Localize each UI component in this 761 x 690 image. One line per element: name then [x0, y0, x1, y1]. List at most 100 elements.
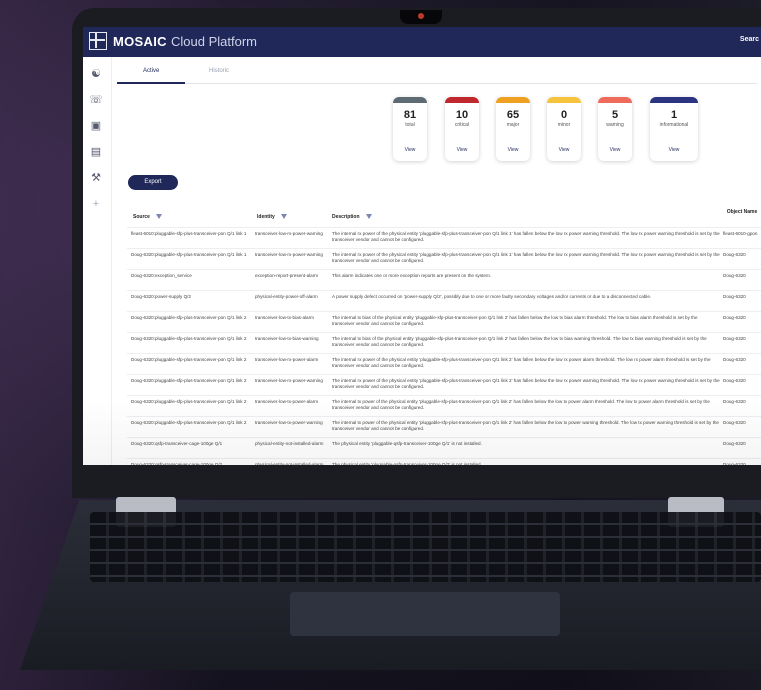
- calendar-icon[interactable]: ▣: [89, 119, 103, 133]
- identity-cell: physical-entity-not-installed-alarm: [255, 462, 324, 465]
- table-row[interactable]: fleast-6010:pluggable-sfp-plus-transceiv…: [127, 227, 761, 248]
- identity-cell: physical-entity-power-off-alarm: [255, 294, 318, 299]
- headset-icon[interactable]: ☏: [89, 93, 103, 107]
- source-cell: Doug-6320:pluggable-sfp-plus-transceiver…: [131, 252, 247, 257]
- table-row[interactable]: Doug-6320:pluggable-sfp-plus-transceiver…: [127, 374, 761, 395]
- card-stripe: [496, 97, 530, 103]
- description-cell: The internal tx power of the physical en…: [332, 399, 710, 410]
- alarm-table-body: fleast-6010:pluggable-sfp-plus-transceiv…: [127, 227, 761, 465]
- object-name-cell: Doug-6320: [723, 294, 746, 299]
- logo-icon: [89, 32, 107, 50]
- source-cell: Doug-6320:qsfp-transceiver-cage-100ge Q/…: [131, 462, 223, 465]
- description-cell: The internal rx power of the physical en…: [332, 357, 711, 368]
- source-cell: Doug-6320:pluggable-sfp-plus-transceiver…: [131, 399, 247, 404]
- description-cell: The internal rx power of the physical en…: [332, 378, 720, 389]
- card-stripe: [547, 97, 581, 103]
- table-row[interactable]: Doug-6320:pluggable-sfp-plus-transceiver…: [127, 353, 761, 374]
- column-header-object-name[interactable]: Object Name: [725, 209, 759, 215]
- brand-name: MOSAIC: [113, 34, 167, 49]
- alarm-tabs: Active Historic: [117, 67, 757, 84]
- card-count: 81: [403, 109, 417, 121]
- card-view-link[interactable]: View: [445, 147, 479, 153]
- identity-cell: transceiver-low-tx-bias-warning: [255, 336, 319, 341]
- table-row[interactable]: Doug-6320:pluggable-sfp-plus-transceiver…: [127, 311, 761, 332]
- card-label: total: [405, 122, 415, 128]
- card-stripe: [393, 97, 427, 103]
- active-tab-indicator: [117, 82, 185, 84]
- table-row[interactable]: Doug-6320:pluggable-sfp-plus-transceiver…: [127, 248, 761, 269]
- object-name-cell: Doug-6320: [723, 315, 746, 320]
- tab-historic[interactable]: Historic: [209, 68, 229, 74]
- table-row[interactable]: Doug-6320:power-supply Q/2 physical-entit…: [127, 290, 761, 311]
- card-count: 0: [560, 109, 568, 121]
- object-name-cell: Doug-6320: [723, 441, 746, 446]
- column-header-description[interactable]: Description: [332, 214, 372, 220]
- camera-icon: [418, 13, 424, 19]
- identity-cell: transceiver-low-rx-power-warning: [255, 231, 323, 236]
- source-cell: Doug-6320:pluggable-sfp-plus-transceiver…: [131, 357, 247, 362]
- object-name-cell: Doug-6320: [723, 252, 746, 257]
- card-count: 1: [670, 109, 678, 121]
- source-cell: Doug-6320:power-supply Q/2: [131, 294, 192, 299]
- export-button[interactable]: Export: [128, 175, 178, 190]
- card-view-link[interactable]: View: [547, 147, 581, 153]
- column-header-identity[interactable]: Identity: [257, 214, 287, 220]
- source-cell: Doug-6320:pluggable-sfp-plus-transceiver…: [131, 315, 247, 320]
- identity-cell: physical-entity-not-installed-alarm: [255, 441, 324, 446]
- object-name-cell: Doug-6320: [723, 357, 746, 362]
- object-name-cell: Doug-6320: [723, 336, 746, 341]
- summary-card-critical: 10 critical View: [445, 97, 479, 161]
- table-row[interactable]: Doug-6320:qsfp-transceiver-cage-100ge Q/…: [127, 458, 761, 465]
- search-button[interactable]: Searc: [740, 36, 759, 43]
- identity-cell: transceiver-low-rx-power-warning: [255, 378, 323, 383]
- header-label: Source: [133, 214, 150, 220]
- identity-cell: transceiver-low-tx-power-alarm: [255, 399, 319, 404]
- object-name-cell: Doug-6320: [723, 378, 746, 383]
- plus-icon[interactable]: +: [89, 197, 103, 211]
- clipboard-icon[interactable]: ▤: [89, 145, 103, 159]
- camera-notch: [400, 10, 442, 24]
- object-name-cell: Doug-6320: [723, 399, 746, 404]
- sidebar: ☯ ☏ ▣ ▤ ⚒ +: [83, 57, 112, 465]
- table-header: Source Identity Description Object Name: [127, 207, 761, 227]
- card-label: informational: [659, 122, 689, 128]
- card-view-link[interactable]: View: [393, 147, 427, 153]
- top-bar: MOSAIC Cloud Platform Searc: [83, 27, 761, 57]
- source-cell: Doug-6320:pluggable-sfp-plus-transceiver…: [131, 420, 247, 425]
- card-label: critical: [454, 122, 470, 128]
- card-count: 65: [506, 109, 520, 121]
- description-cell: The internal tx power of the physical en…: [332, 420, 719, 431]
- filter-icon[interactable]: [365, 214, 372, 220]
- object-name-cell: fleast-6010-gpon: [723, 231, 758, 236]
- card-view-link[interactable]: View: [650, 147, 698, 153]
- card-label: warning: [606, 122, 624, 128]
- card-label: minor: [557, 122, 571, 128]
- table-row[interactable]: Doug-6320:qsfp-transceiver-cage-100ge Q/…: [127, 437, 761, 458]
- table-row[interactable]: Doug-6320:pluggable-sfp-plus-transceiver…: [127, 416, 761, 437]
- source-cell: Doug-6320:pluggable-sfp-plus-transceiver…: [131, 336, 247, 341]
- table-row[interactable]: Doug-6320:pluggable-sfp-plus-transceiver…: [127, 395, 761, 416]
- filter-icon[interactable]: [155, 214, 162, 220]
- users-icon[interactable]: ☯: [89, 67, 103, 81]
- brand-subtitle: Cloud Platform: [171, 34, 257, 49]
- card-count: 5: [611, 109, 619, 121]
- source-cell: Doug-6320:qsfp-transceiver-cage-100ge Q/…: [131, 441, 223, 446]
- card-view-link[interactable]: View: [496, 147, 530, 153]
- card-label: major: [506, 122, 520, 128]
- table-row[interactable]: Doug-6320:pluggable-sfp-plus-transceiver…: [127, 332, 761, 353]
- card-view-link[interactable]: View: [598, 147, 632, 153]
- identity-cell: transceiver-low-tx-power-warning: [255, 420, 323, 425]
- object-name-cell: Doug-6320: [723, 420, 746, 425]
- column-header-source[interactable]: Source: [133, 214, 162, 220]
- object-name-cell: Doug-6320: [723, 273, 746, 278]
- filter-icon[interactable]: [280, 214, 287, 220]
- wrench-icon[interactable]: ⚒: [89, 171, 103, 185]
- identity-cell: transceiver-low-tx-bias-alarm: [255, 315, 314, 320]
- card-count: 10: [455, 109, 469, 121]
- source-cell: Doug-6320:pluggable-sfp-plus-transceiver…: [131, 378, 247, 383]
- card-stripe: [650, 97, 698, 103]
- object-name-cell: Doug-6320: [723, 462, 746, 465]
- keyboard-rows: [90, 512, 761, 582]
- tab-active[interactable]: Active: [143, 68, 159, 74]
- table-row[interactable]: Doug-6320:exception_service exception-rep…: [127, 269, 761, 290]
